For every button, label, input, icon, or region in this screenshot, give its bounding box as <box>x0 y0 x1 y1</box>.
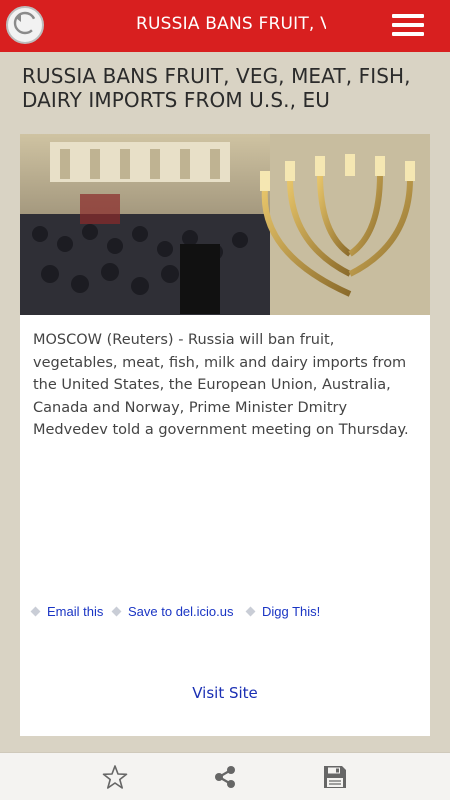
article-headline: RUSSIA BANS FRUIT, VEG, MEAT, FISH, DAIR… <box>22 64 411 112</box>
article-card: MOSCOW (Reuters) - Russia will ban fruit… <box>20 134 430 736</box>
diamond-bullet-icon <box>245 606 256 617</box>
hamburger-menu-icon <box>392 14 424 18</box>
page-title: RUSSIA BANS FRUIT, V... <box>136 14 326 34</box>
article-photo <box>20 134 430 315</box>
favorite-button[interactable] <box>101 764 129 795</box>
menu-button[interactable] <box>392 14 428 40</box>
share-icon <box>212 764 238 795</box>
diamond-bullet-icon <box>111 606 122 617</box>
visit-site-link[interactable]: Visit Site <box>20 684 430 702</box>
save-to-delicious-link[interactable]: Save to del.icio.us <box>111 604 234 619</box>
digg-this-link[interactable]: Digg This! <box>245 604 320 619</box>
diamond-bullet-icon <box>30 606 41 617</box>
back-arrow-icon <box>12 10 38 41</box>
save-disk-icon <box>322 764 348 795</box>
share-button[interactable] <box>211 765 239 793</box>
share-links: Email this Save to del.icio.us Digg This… <box>30 604 422 624</box>
back-button[interactable] <box>6 6 44 44</box>
star-icon <box>102 764 128 795</box>
bottom-toolbar <box>0 752 450 800</box>
article-summary: MOSCOW (Reuters) - Russia will ban fruit… <box>33 332 409 438</box>
email-this-link[interactable]: Email this <box>30 604 103 619</box>
save-button[interactable] <box>321 765 349 793</box>
top-app-bar: RUSSIA BANS FRUIT, V... <box>0 0 450 52</box>
